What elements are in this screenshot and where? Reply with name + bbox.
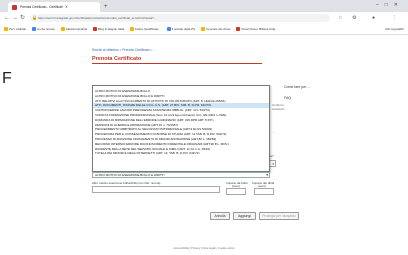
window-controls-icon[interactable]: –□✕ (376, 2, 404, 8)
chevron-down-icon: ▾ (266, 173, 268, 177)
footer-links[interactable]: Accessibilità | Privacy | Note legali | … (0, 246, 408, 250)
exemption-selected-value: ALTRO MOTIVO DI ESENZIONE BOLLO E DIRITT… (95, 173, 165, 177)
add-button[interactable]: Aggiungi (233, 212, 256, 220)
address-bar[interactable]: 🔒 https://servizi.anagrafe.gov.it/certif… (30, 14, 330, 22)
bookmark-item[interactable]: Il portale della PS (167, 24, 196, 34)
reason-label: Altro motivo esenzione bollo/diritti (co… (92, 181, 161, 185)
back-icon[interactable]: ← (4, 14, 10, 22)
exemption-select[interactable]: ALTRO MOTIVO DI ESENZIONE BOLLO E DIRITT… (92, 172, 270, 178)
sign-hint: sottoscrit... (272, 107, 287, 111)
url-text: https://servizi.anagrafe.gov.it/certific… (38, 16, 157, 20)
all-bookmarks[interactable]: Altri segnalibri (385, 24, 404, 34)
lock-icon: 🔒 (32, 15, 37, 20)
cancel-button[interactable]: Annulla (210, 212, 230, 220)
compl-hint: ... (272, 130, 275, 134)
bookmark-item[interactable]: Fasce Qualificate... (130, 24, 161, 34)
exemption-dropdown-list[interactable]: ALTRO MOTIVO DI ESENZIONE BOLLO ALTRO MO… (92, 85, 270, 172)
menu-icon[interactable]: ⋮ (392, 14, 397, 22)
dropdown-option[interactable] (93, 156, 269, 161)
new-tab-icon[interactable]: + (104, 2, 108, 12)
bookmark-item[interactable]: Per i cellulari (4, 24, 26, 34)
bookmark-item[interactable]: Bing & Regole Italia (93, 24, 124, 34)
forward-icon[interactable]: → (12, 14, 18, 22)
bookmark-item[interactable]: Attività Giustizia (61, 24, 87, 34)
title-divider (92, 63, 262, 64)
breadcrumb[interactable]: Servizi al cittadino > Prenota Certifica… (92, 48, 156, 52)
chevron-down-icon: ▾ (272, 162, 274, 166)
bookmark-item[interactable]: Il portale del dr.tax (201, 24, 231, 34)
tab-favicon-icon (12, 5, 17, 10)
reason-input[interactable] (92, 186, 220, 193)
faq-link[interactable]: FAQ (284, 96, 310, 100)
profile-icon[interactable]: ● (372, 14, 375, 22)
proceed-button[interactable]: Prosegui per l'acquisto (259, 212, 299, 220)
bookmark-item[interactable]: Cerca ricorso (32, 24, 55, 34)
side-letter: F (2, 70, 12, 87)
how-to-link[interactable]: Come fare per ... (284, 85, 310, 89)
browser-tab[interactable]: Prenota Certificato - Certificati · X (8, 2, 100, 12)
reload-icon[interactable]: ↻ (20, 14, 25, 22)
right-links: Come fare per ... FAQ (284, 85, 310, 107)
star-icon[interactable]: ☆ (338, 14, 342, 22)
bookmarks-bar: Per i cellulari Cerca ricorso Attività G… (0, 24, 408, 35)
importo-input[interactable] (226, 188, 246, 195)
bookmark-item[interactable]: Prescrizione Militare Artig... (236, 24, 277, 34)
diritti-input[interactable] (254, 188, 274, 195)
page-title: Prenota Certificato (92, 56, 142, 62)
tab-title: Prenota Certificato - Certificati · X (20, 5, 68, 9)
browser-toolbar: ← → ↻ 🔒 https://servizi.anagrafe.gov.it/… (0, 12, 408, 24)
extensions-icon[interactable]: ⚙ (352, 14, 356, 22)
